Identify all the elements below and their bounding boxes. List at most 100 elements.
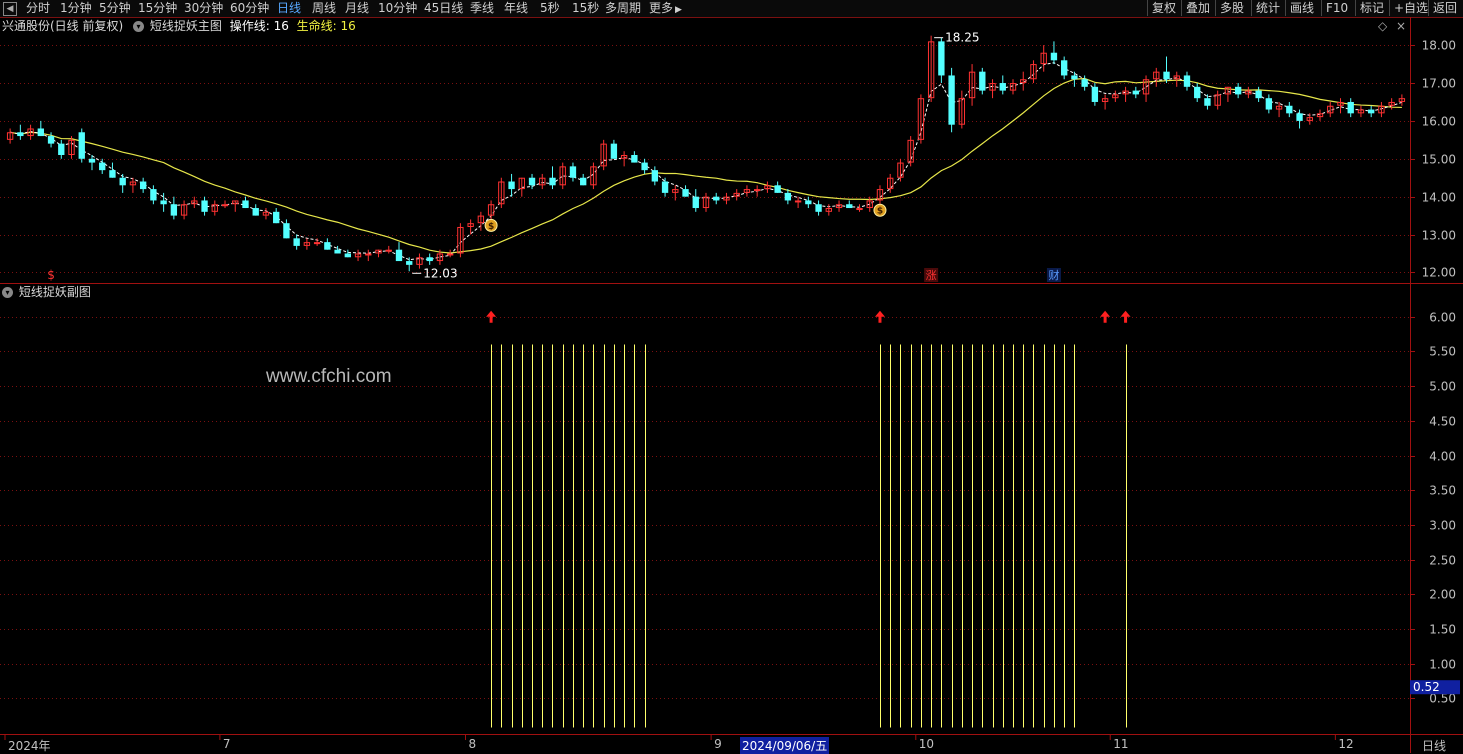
candle-body (948, 75, 955, 125)
candle-body (1040, 52, 1047, 65)
candle-body (968, 71, 976, 99)
candle-body (1234, 86, 1242, 95)
toolbar-button-7[interactable]: +自选 (1389, 0, 1428, 16)
candle-body (344, 253, 351, 258)
period-tab-6[interactable]: 日线 (277, 1, 301, 16)
toolbar-button-2[interactable]: 多股 (1215, 0, 1251, 16)
period-tab-12[interactable]: 年线 (504, 1, 528, 16)
toolbar-button-5[interactable]: F10 (1321, 0, 1355, 16)
period-tab-8[interactable]: 月线 (345, 1, 369, 16)
candle-body (1327, 105, 1334, 114)
candle-body (1061, 60, 1068, 76)
sub-y-tick-label: 4.50 (1429, 415, 1456, 429)
period-tab-7[interactable]: 周线 (312, 1, 336, 16)
candle-body (354, 253, 362, 258)
close-icon[interactable]: × (1396, 18, 1406, 34)
candle-body (887, 177, 894, 190)
period-tab-14[interactable]: 15秒 (572, 1, 599, 16)
period-tab-3[interactable]: 15分钟 (138, 1, 177, 16)
chart-canvas[interactable]: 18.25 12.03 $ $ $ 涨 财 18.00 17.00 16.00 15.00 14.0… (0, 0, 1463, 753)
current-value-box (1410, 680, 1460, 695)
candle-body (610, 143, 618, 159)
sub-y-tick-label: 6.00 (1429, 311, 1456, 325)
toolbar-button-1[interactable]: 叠加 (1181, 0, 1215, 16)
period-tab-5[interactable]: 60分钟 (230, 1, 269, 16)
main-y-tick-label: 15.00 (1422, 153, 1456, 167)
candle-body (385, 249, 392, 252)
candle-body (303, 242, 311, 246)
x-axis-label: 11 (1113, 737, 1129, 751)
candle-body (713, 196, 720, 201)
x-axis-label: 10 (918, 737, 935, 751)
candle-body (672, 189, 679, 193)
more-menu[interactable]: 更多 ▶ (649, 1, 682, 16)
sub-y-tick-label: 3.50 (1429, 484, 1456, 498)
candle-body (1265, 98, 1273, 110)
candle-body (477, 215, 485, 224)
event-marker-box (924, 268, 939, 282)
money-bag-glyph: $ (488, 222, 494, 232)
money-bag-icon (873, 203, 887, 217)
toolbar-button-0[interactable]: 复权 (1147, 0, 1181, 16)
sub-indicator-toggle-icon[interactable]: ▾ (2, 287, 13, 298)
sub-indicator-name[interactable]: 短线捉妖副图 (19, 285, 91, 299)
candle-body (1316, 113, 1324, 118)
candle-body (559, 166, 566, 186)
toolbar-button-4[interactable]: 画线 (1285, 0, 1321, 16)
main-y-tick-label: 12.00 (1422, 266, 1456, 280)
candle-body (78, 132, 85, 159)
toolbar-button-8[interactable]: 返回 (1428, 0, 1463, 16)
period-tab-2[interactable]: 5分钟 (99, 1, 131, 16)
candle-body (221, 204, 229, 207)
candle-body (1224, 86, 1232, 95)
candle-body (232, 200, 239, 205)
candle-body (539, 177, 546, 186)
candle-body (293, 238, 300, 246)
period-tab-1[interactable]: 1分钟 (60, 1, 92, 16)
candle-body (406, 261, 413, 265)
candle-body (180, 204, 188, 216)
candle-body (825, 208, 832, 212)
diamond-icon[interactable]: ◇ (1378, 18, 1387, 34)
up-arrow-icon (1100, 310, 1111, 323)
candle-body (897, 162, 904, 178)
op-line-label: 操作线: (229, 19, 270, 33)
x-axis-label: 2024年 (8, 739, 51, 753)
candle-body (1296, 113, 1303, 121)
candle-body (283, 223, 290, 239)
toolbar-button-6[interactable]: 标记 (1355, 0, 1389, 16)
period-tab-4[interactable]: 30分钟 (184, 1, 223, 16)
candle-body (866, 200, 873, 209)
period-tab-11[interactable]: 季线 (470, 1, 494, 16)
candle-body (446, 253, 454, 256)
period-tab-10[interactable]: 45日线 (424, 1, 463, 16)
main-y-tick-label: 17.00 (1422, 77, 1456, 91)
main-y-tick-label: 16.00 (1422, 115, 1456, 129)
candle-body (1142, 79, 1150, 95)
candle-body (927, 41, 935, 99)
candle-body (365, 253, 372, 256)
indicator-toggle-icon[interactable]: ▾ (133, 21, 145, 32)
candle-body (1306, 117, 1313, 121)
candle-body (109, 170, 116, 178)
candle-body (1091, 86, 1099, 102)
candle-body (139, 181, 147, 190)
main-indicator-name[interactable]: 短线捉妖主图 (150, 19, 222, 33)
candle-body (805, 200, 812, 205)
toolbar-button-3[interactable]: 统计 (1251, 0, 1285, 16)
period-tab-13[interactable]: 5秒 (540, 1, 560, 16)
watermark-text: www.cfchi.com (266, 366, 392, 387)
candle-body (1275, 105, 1283, 110)
candle-body (938, 41, 945, 76)
period-tab-9[interactable]: 10分钟 (378, 1, 417, 16)
candle-body (129, 181, 137, 186)
period-tab-15[interactable]: 多周期 (605, 1, 641, 16)
back-arrow-icon[interactable]: ◀ (3, 2, 17, 16)
candle-body (191, 200, 198, 205)
candle-body (457, 226, 464, 254)
period-tab-0[interactable]: 分时 (26, 1, 50, 16)
event-marker-label: 财 (1048, 268, 1059, 282)
main-chart-header: 兴通股份(日线 前复权) ▾ 短线捉妖主图 操作线: 16 生命线: 16 (2, 18, 356, 34)
candle-body (1245, 90, 1252, 95)
candle-body (1194, 86, 1201, 99)
